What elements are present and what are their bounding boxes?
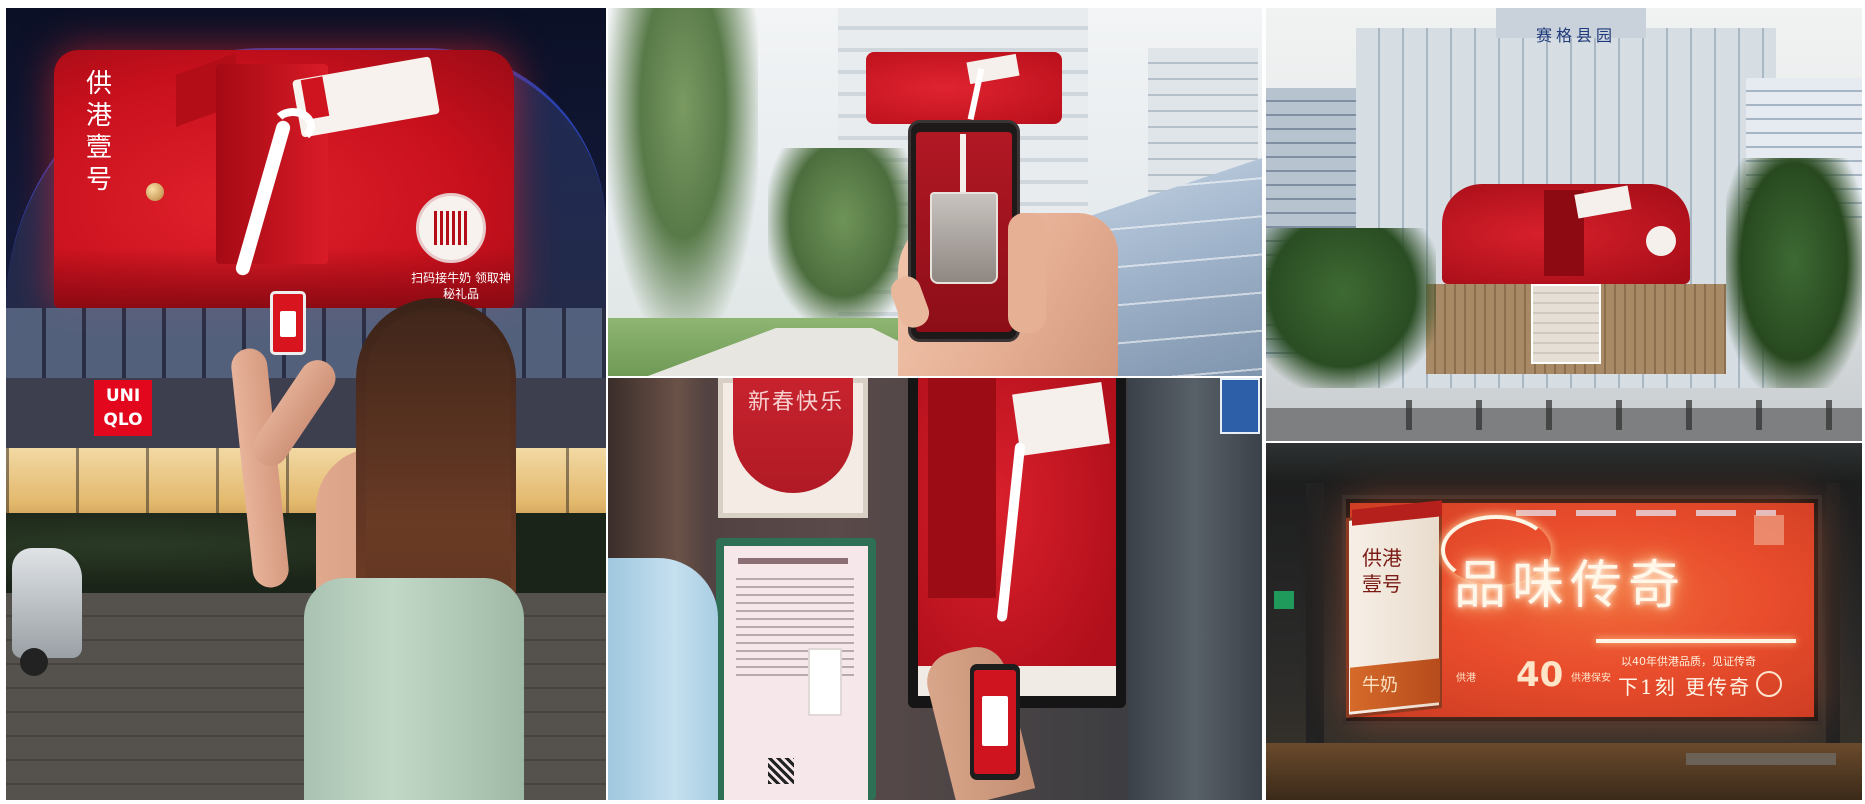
tag-left: 供港 <box>1456 673 1476 684</box>
blue-notice-sign <box>1220 378 1260 434</box>
festive-poster-title: 新春快乐 <box>748 390 845 415</box>
billboard-qr-code <box>434 211 468 245</box>
night-mall-billboard-photo: 供港壹号 1979 扫码接牛奶 领取神秘礼品 UNI QLO <box>6 8 606 800</box>
notice-heading <box>738 558 848 564</box>
daytime-phone-photo <box>608 8 1262 376</box>
billboard-gold-ball <box>146 183 164 201</box>
ad-screen-number-one <box>928 378 996 598</box>
elevator-screen-photo: 新春快乐 <box>608 378 1262 800</box>
face-mask <box>608 558 718 800</box>
green-sign <box>1274 591 1294 609</box>
shelter-bench <box>1686 753 1836 765</box>
anniversary-number: 40 <box>1516 655 1564 695</box>
photo-collage: 供港壹号 1979 扫码接牛奶 领取神秘礼品 UNI QLO 赛格县园 新春快乐… <box>0 0 1865 804</box>
neon-underline <box>1596 639 1796 643</box>
ad-screen-carton <box>1012 382 1110 456</box>
elevator-door <box>1128 378 1262 800</box>
phone-milk-glass <box>280 311 296 337</box>
tag-right: 供港保安 <box>1571 673 1611 684</box>
brand-mark <box>1754 515 1784 545</box>
scooter-wheel <box>20 648 48 676</box>
billboard-logo-text: 供港壹号 <box>86 69 113 195</box>
tagline-big: 下1刻 更传奇 <box>1618 675 1752 699</box>
tower-billboard <box>866 52 1062 124</box>
ceiling-lights <box>1516 510 1776 516</box>
woman-dress <box>304 578 524 800</box>
milk-pack-label: 牛奶 <box>1362 675 1398 696</box>
phone-milk-glass <box>982 696 1008 746</box>
shelter-floor <box>1266 743 1862 800</box>
phone-milk-stream <box>960 134 966 196</box>
billboard-cta-text: 扫码接牛奶 领取神秘礼品 <box>411 271 511 301</box>
phone-milk-glass <box>930 192 998 284</box>
building-billboard-photo: 赛格县园 <box>1266 8 1862 441</box>
entrance-poster <box>1531 284 1601 364</box>
milk-pack-title: 供港壹号 <box>1362 546 1402 596</box>
tree-left <box>608 8 758 338</box>
hedge <box>6 513 606 593</box>
tree-right <box>1726 158 1862 388</box>
tree-left <box>1266 228 1436 388</box>
bus-stop-lightbox-photo: 供港壹号 牛奶 品味传奇 供港 40 供港保安 以40年供港品质，见证传奇 下1… <box>1266 443 1862 800</box>
billboard-qr <box>1646 226 1676 256</box>
pedestrians <box>1366 400 1856 430</box>
building-sign: 赛格县园 <box>1536 26 1617 45</box>
fingers <box>1008 213 1046 333</box>
shelter-roof <box>1266 443 1862 483</box>
notice-qr-code <box>768 758 794 784</box>
seal-icon <box>1756 671 1782 697</box>
storefront-logo: UNI QLO <box>94 380 152 436</box>
neon-slogan: 品味传奇 <box>1454 556 1687 616</box>
notice-milk-glass <box>808 648 842 716</box>
parked-scooter <box>12 548 82 658</box>
billboard-logo-year: 1979 <box>86 134 107 143</box>
tagline-small: 以40年供港品质，见证传奇 <box>1621 655 1756 668</box>
